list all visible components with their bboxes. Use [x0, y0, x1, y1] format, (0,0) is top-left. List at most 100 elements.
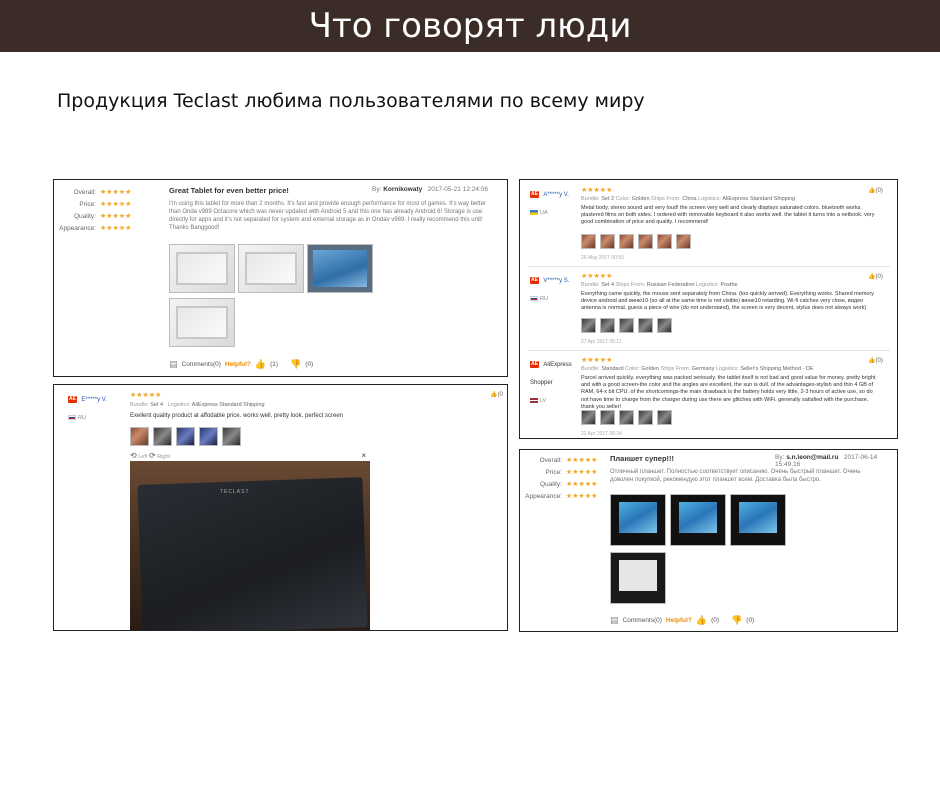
rating-breakdown: Overall: ★★★★★ Price: ★★★★★ Quality: ★★★★★ …: [520, 454, 597, 502]
review-footer: ▤ Comments(0) Helpful? 👍 (0) 👎 (0): [610, 616, 754, 625]
review-photo[interactable]: [619, 234, 634, 249]
star-icons: ★★★★★: [100, 213, 132, 220]
review-photo[interactable]: [581, 410, 596, 425]
like-button[interactable]: 👍(0): [868, 357, 883, 364]
review-photo[interactable]: [619, 318, 634, 333]
thumbs-up-icon[interactable]: 👍: [696, 616, 707, 625]
review-photo[interactable]: [600, 318, 615, 333]
star-icons: ★★★★★: [566, 469, 598, 476]
review-photo[interactable]: [657, 234, 672, 249]
meta-value: Set 4: [150, 402, 164, 408]
review-author[interactable]: Kornikowaty: [383, 186, 422, 193]
order-meta: Bundle: Set 4 Logistics: AliExpress Stan…: [130, 402, 265, 408]
review-photo[interactable]: [730, 494, 786, 546]
thumbs-down-icon[interactable]: 👎: [290, 360, 301, 369]
reviewer-country: RU: [540, 295, 548, 302]
review-photo[interactable]: [176, 427, 195, 446]
review-photo[interactable]: [638, 410, 653, 425]
like-button[interactable]: 👍(0: [490, 391, 503, 398]
rating-label: Appearance:: [59, 224, 96, 232]
comment-icon: ▤: [169, 359, 178, 369]
meta-key: Ships From:: [651, 196, 681, 202]
star-icons: ★★★★★: [581, 273, 613, 280]
review-photo[interactable]: [222, 427, 241, 446]
rating-label: Appearance:: [525, 492, 562, 500]
review-date: 26 May 2017 00:50: [581, 255, 624, 261]
review-photo[interactable]: [238, 244, 304, 293]
meta-value: Seller's Shipping Method - DE: [740, 366, 814, 372]
meta-key: Logistics:: [698, 196, 722, 202]
review-photo[interactable]: [657, 410, 672, 425]
reviewer-info: AE V*****y S. RU: [530, 272, 585, 308]
review-photo[interactable]: [581, 234, 596, 249]
review-author[interactable]: s.n.leon@mail.ru: [786, 454, 838, 461]
review-photo[interactable]: [199, 427, 218, 446]
review-photo[interactable]: [169, 298, 235, 347]
by-label: By:: [372, 186, 382, 193]
down-count: (0): [746, 617, 755, 624]
rotate-right-label[interactable]: Right: [157, 454, 170, 460]
reviewer-country: LV: [540, 397, 547, 404]
review-author-line: By: s.n.leon@mail.ru 2017-06-14 15:49:16: [775, 454, 897, 468]
star-icons: ★★★★★: [566, 493, 598, 500]
review-card-banggood-2: Overall: ★★★★★ Price: ★★★★★ Quality: ★★★★★ …: [519, 449, 898, 632]
rating-label: Quality:: [73, 212, 96, 220]
comments-link[interactable]: Comments(0): [182, 361, 221, 368]
review-body: I'm using this tablet for more than 2 mo…: [169, 201, 486, 231]
review-title: Great Tablet for even better price!: [169, 186, 289, 195]
review-photo[interactable]: [307, 244, 373, 293]
close-icon[interactable]: ×: [361, 451, 366, 460]
star-icons: ★★★★★: [100, 189, 132, 196]
review-photo[interactable]: [581, 318, 596, 333]
review-text: Parcel arrived quickly, everything was p…: [581, 375, 876, 410]
review-photo[interactable]: [638, 318, 653, 333]
review-photo[interactable]: [169, 244, 235, 293]
rotate-left-label[interactable]: Left: [138, 454, 147, 460]
reviewer-name: V*****y S.: [543, 277, 570, 284]
reviewer-name: E*****y V.: [81, 396, 107, 403]
meta-value: Posthe: [720, 282, 738, 288]
rotate-left-icon[interactable]: ⟲: [130, 451, 137, 460]
review-card-aliexpress-1: AE E*****y V. RU ★★★★★ Bundle: Set 4 Log…: [53, 384, 508, 631]
review-photo[interactable]: [657, 318, 672, 333]
review-photo[interactable]: [610, 552, 666, 604]
review-card-aliexpress-list: AE A*****y V. UA ★★★★★ Bundle: Set 2 Col…: [519, 179, 898, 439]
meta-key: Ships From:: [615, 282, 646, 288]
review-photo[interactable]: [153, 427, 172, 446]
reviewer-info: AE E*****y V. RU: [68, 391, 107, 427]
divider: [528, 266, 890, 267]
star-icons: ★★★★★: [566, 481, 598, 488]
meta-value: Golden: [631, 196, 650, 202]
review-author-line: By: Kornikowaty 2017-05-21 12:24:06: [372, 186, 488, 193]
review-photo[interactable]: [676, 234, 691, 249]
helpful-label: Helpful?: [665, 617, 692, 624]
comments-link[interactable]: Comments(0): [623, 617, 662, 624]
like-button[interactable]: 👍(0): [868, 273, 883, 280]
review-photo[interactable]: [600, 234, 615, 249]
review-photo[interactable]: [670, 494, 726, 546]
star-icons: ★★★★★: [130, 392, 162, 399]
tablet-image: [137, 477, 368, 630]
meta-key: Bundle:: [581, 366, 600, 372]
meta-key: Bundle:: [581, 282, 600, 288]
aliexpress-badge-icon: AE: [530, 361, 539, 369]
review-photo[interactable]: [130, 427, 149, 446]
meta-key: Ships From:: [660, 366, 691, 372]
review-photo[interactable]: [600, 410, 615, 425]
rotate-right-icon[interactable]: ⟳: [149, 451, 156, 460]
page-banner: Что говорят люди: [0, 0, 940, 52]
order-meta: Bundle: Set 2 Color: Golden Ships From: …: [581, 196, 795, 202]
review-photo[interactable]: [610, 494, 666, 546]
thumbs-down-icon[interactable]: 👎: [731, 616, 742, 625]
order-meta: Bundle: Set 4 Ships From: Russian Federa…: [581, 282, 738, 288]
aliexpress-badge-icon: AE: [530, 191, 539, 199]
order-meta: Bundle: Standard Color: Golden Ships Fro…: [581, 366, 814, 372]
review-photo[interactable]: [619, 410, 634, 425]
like-button[interactable]: 👍(0): [868, 187, 883, 194]
review-text: Everything came quickly, the mouse sent …: [581, 291, 875, 312]
thumbs-up-icon[interactable]: 👍: [255, 360, 266, 369]
star-icons: ★★★★★: [566, 457, 598, 464]
meta-key: Logistics:: [167, 402, 191, 408]
meta-key: Logistics:: [695, 282, 719, 288]
review-photo[interactable]: [638, 234, 653, 249]
